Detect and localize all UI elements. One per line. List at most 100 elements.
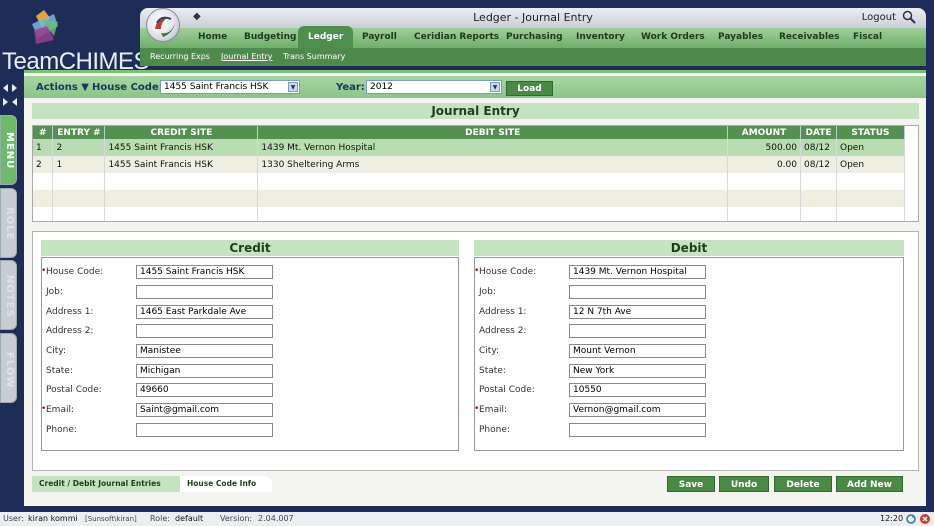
- debit-email-label: Email:: [479, 405, 508, 415]
- tab-credit-debit-journal-entries[interactable]: Credit / Debit Journal Entries: [32, 476, 180, 492]
- credit-phone-label: Phone:: [46, 425, 77, 435]
- tab-house-code-info[interactable]: House Code Info: [180, 476, 272, 492]
- status-bar: User: kiran kommi [Sunsoft\kiran] Role: …: [0, 512, 934, 526]
- tab-payables[interactable]: Payables: [718, 32, 763, 42]
- expand-arrows-icon[interactable]: [2, 82, 18, 94]
- logo-mark-icon: [32, 10, 58, 44]
- subnav-trans-summary[interactable]: Trans Summary: [283, 52, 345, 61]
- logout-link[interactable]: Logout: [862, 12, 896, 23]
- delete-button[interactable]: Delete: [774, 476, 832, 492]
- credit-address2-label: Address 2:: [46, 326, 94, 336]
- debit-job-row: Job:: [475, 285, 903, 301]
- tab-receivables[interactable]: Receivables: [779, 32, 840, 42]
- col-header-status[interactable]: STATUS: [836, 126, 906, 139]
- credit-email-label: Email:: [46, 405, 75, 415]
- teamchimes-logo: TeamCHIMES: [2, 8, 150, 75]
- tab-purchasing[interactable]: Purchasing: [506, 32, 563, 42]
- credit-address1-row: Address 1: 1465 East Parkdale Ave: [42, 305, 458, 321]
- col-header-debit-site[interactable]: DEBIT SITE: [257, 126, 729, 139]
- credit-city-field[interactable]: Manistee: [136, 344, 273, 358]
- tab-inventory[interactable]: Inventory: [576, 32, 625, 42]
- cell-debit-site: 1439 Mt. Vernon Hospital: [257, 139, 729, 156]
- credit-state-field[interactable]: Michigan: [136, 364, 273, 378]
- detail-panels: Credit • House Code: 1455 Saint Francis HS…: [32, 231, 919, 471]
- debit-title: Debit: [474, 240, 904, 256]
- zoom-icon[interactable]: [902, 10, 916, 24]
- cell-num: 1: [33, 139, 54, 156]
- close-icon[interactable]: [920, 514, 930, 524]
- table-row[interactable]: 1 2 1455 Saint Francis HSK 1439 Mt. Vern…: [33, 139, 906, 156]
- col-header-date[interactable]: DATE: [800, 126, 837, 139]
- save-button[interactable]: Save: [667, 476, 715, 492]
- debit-city-label: City:: [479, 346, 500, 356]
- debit-city-field[interactable]: Mount Vernon: [569, 344, 706, 358]
- credit-house-code-field[interactable]: 1455 Saint Francis HSK: [136, 265, 273, 279]
- side-rail: MENU ROLE NOTES FLOW: [0, 70, 20, 506]
- cell-date: 08/12: [800, 139, 837, 156]
- undo-button[interactable]: Undo: [719, 476, 769, 492]
- credit-state-label: State:: [46, 366, 73, 376]
- table-row[interactable]: 2 1 1455 Saint Francis HSK 1330 Shelteri…: [33, 156, 906, 173]
- credit-address1-label: Address 1:: [46, 307, 94, 317]
- debit-postal-label: Postal Code:: [479, 385, 535, 395]
- year-select[interactable]: 2012 ▼: [366, 80, 502, 94]
- subnav-journal-entry[interactable]: Journal Entry: [221, 52, 273, 61]
- col-header-entry[interactable]: ENTRY #: [52, 126, 106, 139]
- sub-nav: Recurring Exps Journal Entry Trans Summa…: [140, 48, 926, 66]
- tab-fiscal[interactable]: Fiscal: [853, 32, 882, 42]
- side-tab-notes-label: NOTES: [4, 275, 15, 318]
- subnav-recurring-exps[interactable]: Recurring Exps: [150, 52, 210, 61]
- tab-payroll[interactable]: Payroll: [362, 32, 397, 42]
- status-time: 12:20: [880, 514, 904, 523]
- add-new-button[interactable]: Add New: [836, 476, 903, 492]
- cell-entry: 2: [52, 139, 106, 156]
- debit-address1-field[interactable]: 12 N 7th Ave: [569, 305, 706, 319]
- col-header-credit-site[interactable]: CREDIT SITE: [104, 126, 259, 139]
- debit-email-field[interactable]: Vernon@gmail.com: [569, 403, 706, 417]
- empty-row: [33, 173, 906, 190]
- status-version-label: Version:: [220, 514, 253, 523]
- side-tab-notes[interactable]: NOTES: [0, 260, 17, 330]
- main-nav: Home Budgeting Ledger Payroll Ceridian R…: [140, 26, 926, 48]
- debit-phone-field[interactable]: [569, 423, 706, 437]
- debit-address2-field[interactable]: [569, 324, 706, 338]
- cell-num: 2: [33, 156, 54, 173]
- debit-phone-label: Phone:: [479, 425, 510, 435]
- tab-ceridian-reports[interactable]: Ceridian Reports: [414, 32, 499, 42]
- collapse-arrows-icon[interactable]: [2, 96, 18, 108]
- debit-state-field[interactable]: New York: [569, 364, 706, 378]
- cell-status: Open: [836, 156, 906, 173]
- credit-postal-row: Postal Code: 49660: [42, 383, 458, 399]
- col-header-num[interactable]: #: [33, 126, 54, 139]
- debit-house-code-field[interactable]: 1439 Mt. Vernon Hospital: [569, 265, 706, 279]
- side-tab-flow[interactable]: FLOW: [0, 333, 17, 403]
- journal-entry-title: Journal Entry: [32, 103, 919, 119]
- side-tab-menu[interactable]: MENU: [0, 115, 17, 185]
- cell-status: Open: [836, 139, 906, 156]
- debit-postal-field[interactable]: 10550: [569, 383, 706, 397]
- actions-menu[interactable]: Actions ▼: [36, 82, 89, 93]
- load-button[interactable]: Load: [506, 81, 553, 96]
- credit-postal-field[interactable]: 49660: [136, 383, 273, 397]
- credit-job-field[interactable]: [136, 285, 273, 299]
- tab-ledger[interactable]: Ledger: [298, 26, 354, 48]
- tab-budgeting[interactable]: Budgeting: [244, 32, 297, 42]
- refresh-icon[interactable]: [906, 514, 916, 524]
- debit-address2-label: Address 2:: [479, 326, 527, 336]
- credit-email-field[interactable]: Saint@gmail.com: [136, 403, 273, 417]
- credit-email-row: • Email: Saint@gmail.com: [41, 403, 458, 419]
- col-header-amount[interactable]: AMOUNT: [727, 126, 801, 139]
- tab-home[interactable]: Home: [198, 32, 227, 42]
- credit-phone-field[interactable]: [136, 423, 273, 437]
- credit-address2-field[interactable]: [136, 324, 273, 338]
- side-tab-role[interactable]: ROLE: [0, 188, 17, 258]
- debit-job-field[interactable]: [569, 285, 706, 299]
- status-user-domain: [Sunsoft\kiran]: [85, 515, 137, 523]
- credit-title: Credit: [41, 240, 459, 256]
- credit-address1-field[interactable]: 1465 East Parkdale Ave: [136, 305, 273, 319]
- credit-city-label: City:: [46, 346, 67, 356]
- house-code-select[interactable]: 1455 Saint Francis HSK ▼: [160, 80, 300, 94]
- cell-amount: 0.00: [727, 156, 801, 173]
- tab-work-orders[interactable]: Work Orders: [641, 32, 705, 42]
- cell-date: 08/12: [800, 156, 837, 173]
